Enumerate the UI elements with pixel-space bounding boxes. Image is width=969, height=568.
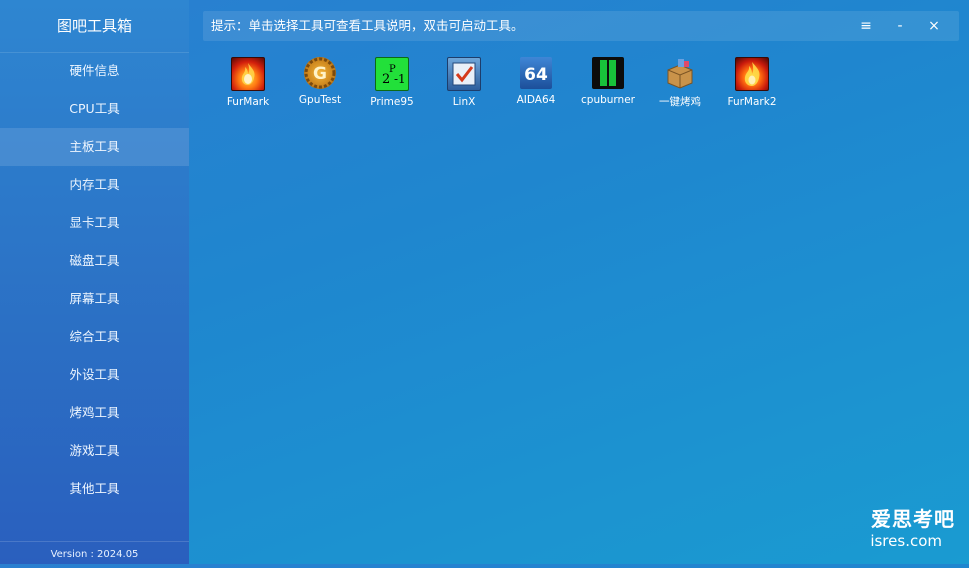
tool-label: cpuburner (581, 94, 635, 106)
sidebar-item-disk-tools[interactable]: 磁盘工具 (0, 242, 189, 280)
tool-furmark2[interactable]: FurMark2 (716, 57, 788, 109)
sidebar-item-memory-tools[interactable]: 内存工具 (0, 166, 189, 204)
tool-grid: FurMark G GpuTest 2 P -1 Prime95 LinX 64… (212, 57, 788, 109)
sidebar-item-game-tools[interactable]: 游戏工具 (0, 432, 189, 470)
tool-oneclick-stress[interactable]: 一键烤鸡 (644, 57, 716, 109)
hint-bar: 提示：单击选择工具可查看工具说明，双击可启动工具。 ≡ - × (203, 11, 959, 41)
svg-text:G: G (313, 64, 327, 84)
svg-text:64: 64 (524, 65, 548, 85)
close-button[interactable]: × (917, 11, 951, 41)
sidebar: 图吧工具箱 硬件信息 CPU工具 主板工具 内存工具 显卡工具 磁盘工具 屏幕工… (0, 0, 189, 564)
tool-label: FurMark2 (727, 96, 777, 108)
sidebar-item-other-tools[interactable]: 其他工具 (0, 470, 189, 508)
tool-gputest[interactable]: G GpuTest (284, 57, 356, 109)
sidebar-item-cpu-tools[interactable]: CPU工具 (0, 90, 189, 128)
watermark-title: 爱思考吧 (871, 507, 955, 531)
tool-label: AIDA64 (516, 94, 556, 106)
minimize-button[interactable]: - (883, 11, 917, 41)
tool-label: LinX (452, 96, 476, 108)
tool-prime95[interactable]: 2 P -1 Prime95 (356, 57, 428, 109)
svg-text:-1: -1 (394, 72, 406, 86)
tool-label: FurMark (226, 96, 270, 108)
sidebar-item-motherboard-tools[interactable]: 主板工具 (0, 128, 189, 166)
sidebar-item-general-tools[interactable]: 综合工具 (0, 318, 189, 356)
hint-text: 提示：单击选择工具可查看工具说明，双击可启动工具。 (211, 18, 524, 33)
furmark-icon (231, 57, 265, 91)
sidebar-nav: 硬件信息 CPU工具 主板工具 内存工具 显卡工具 磁盘工具 屏幕工具 综合工具… (0, 52, 189, 508)
tool-furmark[interactable]: FurMark (212, 57, 284, 109)
tool-cpuburner[interactable]: cpuburner (572, 57, 644, 109)
tool-label: Prime95 (370, 96, 414, 108)
package-icon (664, 57, 696, 89)
tool-linx[interactable]: LinX (428, 57, 500, 109)
version-label: Version : 2024.05 (0, 541, 189, 564)
tool-aida64[interactable]: 64 AIDA64 (500, 57, 572, 109)
prime95-icon: 2 P -1 (375, 57, 409, 91)
tool-label: GpuTest (298, 94, 342, 106)
window-controls: ≡ - × (849, 11, 951, 41)
menu-button[interactable]: ≡ (849, 11, 883, 41)
sidebar-item-hardware-info[interactable]: 硬件信息 (0, 52, 189, 90)
furmark2-icon (735, 57, 769, 91)
cpuburner-icon (592, 57, 624, 89)
linx-icon (447, 57, 481, 91)
watermark-url: isres.com (870, 532, 942, 550)
aida64-icon: 64 (520, 57, 552, 89)
sidebar-item-stress-tools[interactable]: 烤鸡工具 (0, 394, 189, 432)
sidebar-item-screen-tools[interactable]: 屏幕工具 (0, 280, 189, 318)
gputest-icon: G (304, 57, 336, 89)
sidebar-item-peripheral-tools[interactable]: 外设工具 (0, 356, 189, 394)
sidebar-item-gpu-tools[interactable]: 显卡工具 (0, 204, 189, 242)
tool-label: 一键烤鸡 (659, 96, 701, 108)
app-title: 图吧工具箱 (0, 0, 189, 53)
